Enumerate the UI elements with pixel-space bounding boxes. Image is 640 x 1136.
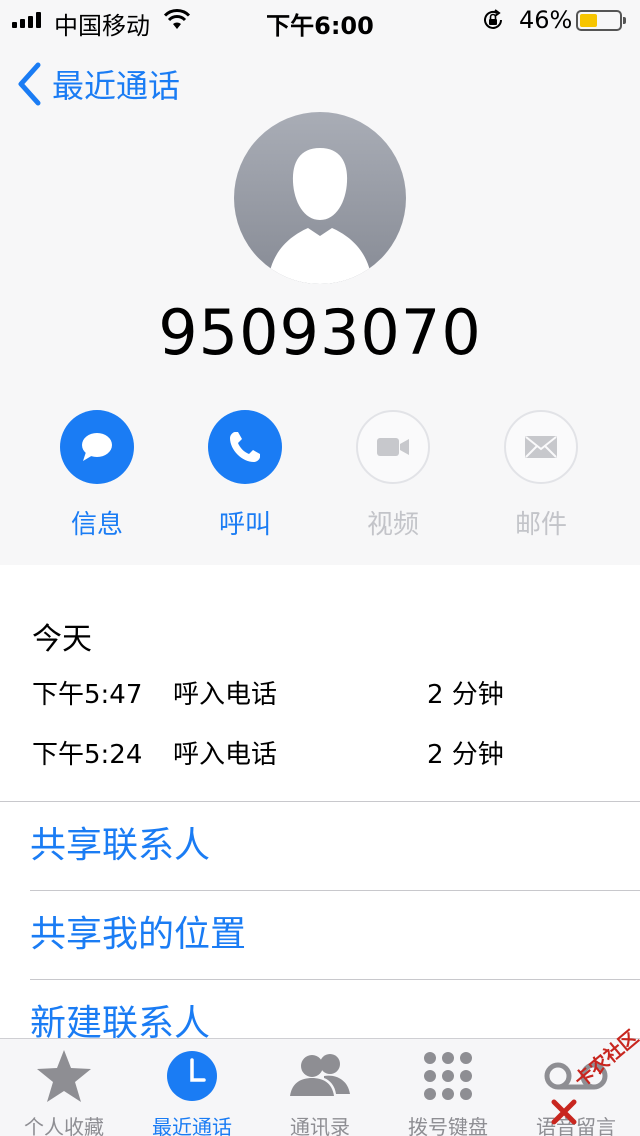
battery-fill xyxy=(580,14,597,27)
call-time: 下午5:47 xyxy=(32,680,143,710)
logo-mark-icon xyxy=(551,1099,577,1125)
battery-icon xyxy=(576,10,626,31)
phone-icon xyxy=(230,432,260,462)
message-icon xyxy=(82,433,112,461)
battery-percent: 46% xyxy=(519,6,573,34)
tab-bar: 个人收藏 最近通话 通讯录 拨号键盘 语音留言 xyxy=(0,1038,640,1136)
tab-label: 通讯录 xyxy=(290,1115,350,1136)
tab-keypad[interactable]: 拨号键盘 xyxy=(384,1039,512,1136)
chevron-left-icon xyxy=(18,62,41,106)
back-button[interactable]: 最近通话 xyxy=(16,60,180,108)
call-type: 呼入电话 xyxy=(173,680,278,710)
message-button[interactable] xyxy=(60,410,134,484)
call-button[interactable] xyxy=(208,410,282,484)
contact-avatar[interactable] xyxy=(234,112,406,284)
clock-icon xyxy=(167,1051,217,1101)
tab-recents[interactable]: 最近通话 xyxy=(128,1039,256,1136)
contact-actions: 信息 呼叫 视频 邮件 xyxy=(0,410,640,540)
tab-label: 拨号键盘 xyxy=(408,1115,488,1136)
orientation-lock-icon xyxy=(484,9,502,29)
contacts-icon xyxy=(290,1054,350,1096)
status-bar: 中国移动 下午6:00 46% xyxy=(0,0,640,40)
mail-button[interactable] xyxy=(504,410,578,484)
tab-favorites[interactable]: 个人收藏 xyxy=(0,1039,128,1136)
video-action[interactable]: 视频 xyxy=(333,410,453,541)
call-action[interactable]: 呼叫 xyxy=(185,410,305,541)
call-type: 呼入电话 xyxy=(173,740,278,770)
call-history-row: 下午5:47 呼入电话 2 分钟 xyxy=(0,674,640,714)
tab-contacts[interactable]: 通讯录 xyxy=(256,1039,384,1136)
mail-label: 邮件 xyxy=(514,510,567,540)
tab-label: 最近通话 xyxy=(152,1115,232,1136)
keypad-icon xyxy=(424,1052,472,1100)
watermark-logo: 卡农社区 xyxy=(548,1026,640,1128)
share-location-option[interactable]: 共享我的位置 xyxy=(30,891,640,979)
share-contact-option[interactable]: 共享联系人 xyxy=(30,802,640,890)
video-icon xyxy=(377,438,409,456)
history-date-heading: 今天 xyxy=(32,622,92,657)
call-duration: 2 分钟 xyxy=(427,740,504,770)
call-time: 下午5:24 xyxy=(32,740,143,770)
star-icon xyxy=(37,1050,91,1102)
call-history-row: 下午5:24 呼入电话 2 分钟 xyxy=(0,734,640,774)
contact-phone-number: 95093070 xyxy=(158,296,482,369)
video-button[interactable] xyxy=(356,410,430,484)
mail-icon xyxy=(525,436,557,458)
video-label: 视频 xyxy=(366,510,419,540)
call-duration: 2 分钟 xyxy=(427,680,504,710)
back-label: 最近通话 xyxy=(52,67,181,105)
message-action[interactable]: 信息 xyxy=(37,410,157,541)
call-label: 呼叫 xyxy=(218,510,271,540)
mail-action[interactable]: 邮件 xyxy=(481,410,601,541)
person-silhouette-icon xyxy=(268,148,372,284)
tab-label: 个人收藏 xyxy=(24,1115,104,1136)
message-label: 信息 xyxy=(70,510,123,540)
